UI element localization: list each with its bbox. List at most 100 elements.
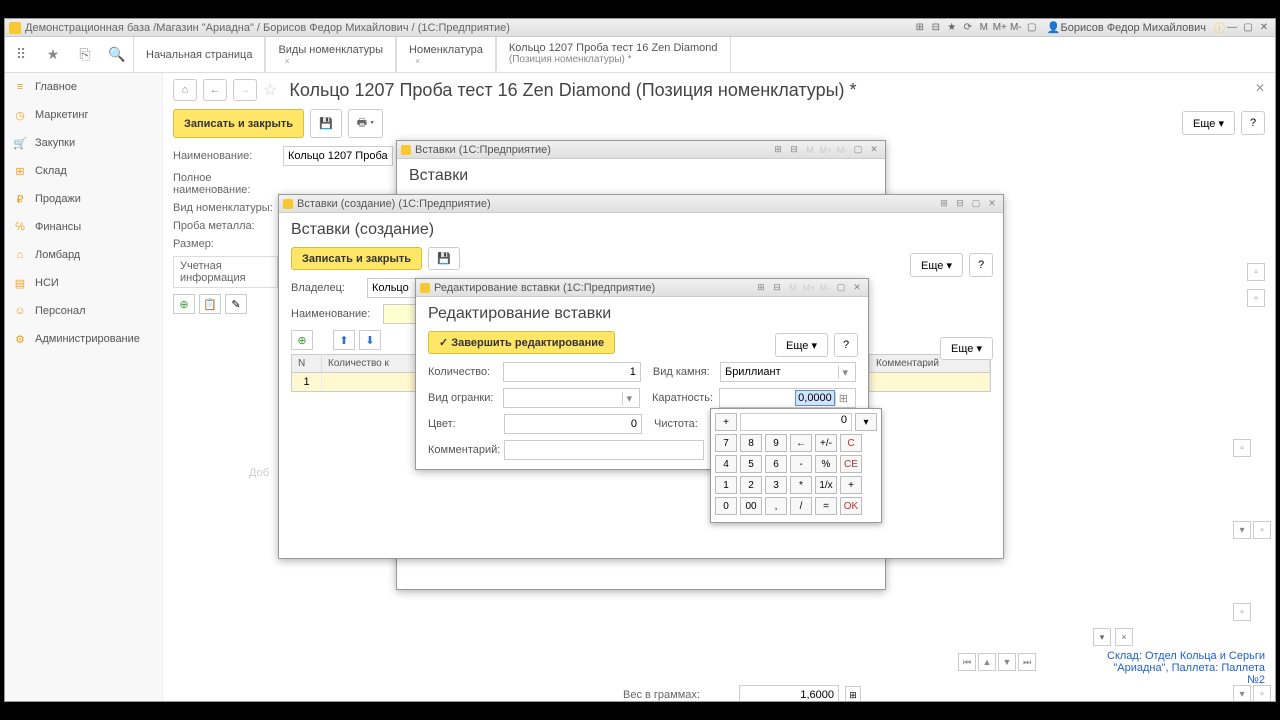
tab-types[interactable]: Виды номенклатуры× (265, 37, 396, 72)
m2-help[interactable]: ? (969, 253, 993, 277)
m2-save-close[interactable]: Записать и закрыть (291, 247, 422, 270)
calc-inv[interactable]: 1/x (815, 476, 837, 494)
calc-pct[interactable]: % (815, 455, 837, 473)
m2-close[interactable]: ✕ (985, 197, 999, 211)
m2-i1[interactable]: ⊞ (937, 197, 951, 211)
sidebar-item-nsi[interactable]: ▤НСИ (5, 269, 162, 297)
sidebar-item-personnel[interactable]: ☺Персонал (5, 297, 162, 325)
sidebar-item-marketing[interactable]: ◷Маркетинг (5, 101, 162, 129)
m1-i2[interactable]: ⊟ (787, 143, 801, 157)
maximize-icon[interactable]: ▢ (1241, 21, 1255, 35)
calc-9[interactable]: 9 (765, 434, 787, 452)
nav-down[interactable]: ▼ (998, 653, 1016, 671)
calc-div[interactable]: / (790, 497, 812, 515)
icon-2[interactable]: ⊟ (929, 21, 943, 35)
m3-i1[interactable]: ⊞ (754, 281, 768, 295)
open-4[interactable]: ▫ (1253, 521, 1271, 539)
search-icon[interactable]: 🔍 (101, 37, 133, 72)
back-button[interactable]: ← (203, 79, 227, 101)
tab-home[interactable]: Начальная страница (133, 37, 265, 72)
nav-last[interactable]: ⏭ (1018, 653, 1036, 671)
tab-item[interactable]: Кольцо 1207 Проба тест 16 Zen Diamond (П… (496, 37, 731, 72)
m2-save[interactable]: 💾 (428, 247, 460, 270)
help-button[interactable]: ? (1241, 111, 1265, 135)
calc-back[interactable]: ← (790, 434, 812, 452)
calc-plus[interactable]: + (840, 476, 862, 494)
m3-i3[interactable]: M (786, 281, 800, 295)
nav-up[interactable]: ▲ (978, 653, 996, 671)
m3-close[interactable]: ✕ (850, 281, 864, 295)
m3-more[interactable]: Еще ▾ (775, 333, 828, 357)
calc-0[interactable]: 0 (715, 497, 737, 515)
icon-5[interactable]: M (977, 21, 991, 35)
icon-6[interactable]: M+ (993, 21, 1007, 35)
calc-3[interactable]: 3 (765, 476, 787, 494)
close-page-icon[interactable]: ✕ (1255, 81, 1265, 95)
open-2[interactable]: ▫ (1247, 289, 1265, 307)
m2-owner-input[interactable] (367, 278, 417, 298)
icon-3[interactable]: ★ (945, 21, 959, 35)
calc-sign[interactable]: +/- (815, 434, 837, 452)
apps-icon[interactable]: ⠿ (5, 37, 37, 72)
m2-up-icon[interactable]: ⬆ (333, 330, 355, 350)
m3-i2[interactable]: ⊟ (770, 281, 784, 295)
weight-g-input[interactable] (739, 685, 839, 701)
m3-help[interactable]: ? (834, 333, 858, 357)
more-button[interactable]: Еще ▾ (1182, 111, 1235, 135)
m3-qty-input[interactable] (503, 362, 641, 382)
calc-8[interactable]: 8 (740, 434, 762, 452)
icon-1[interactable]: ⊞ (913, 21, 927, 35)
favorite-icon[interactable]: ☆ (263, 80, 277, 100)
chevron-down-icon[interactable]: ▾ (838, 366, 851, 379)
m3-carat-field[interactable]: 0,0000 ⊞ (719, 388, 856, 408)
m3-min[interactable]: ▢ (834, 281, 848, 295)
calc-2[interactable]: 2 (740, 476, 762, 494)
save-icon-button[interactable]: 💾 (310, 109, 342, 138)
sidebar-item-pawnshop[interactable]: ⌂Ломбард (5, 241, 162, 269)
m2-min[interactable]: ▢ (969, 197, 983, 211)
m1-min[interactable]: ▢ (851, 143, 865, 157)
open-3[interactable]: ▫ (1233, 439, 1251, 457)
m1-close[interactable]: ✕ (867, 143, 881, 157)
close-icon[interactable]: ✕ (1257, 21, 1271, 35)
dropdown-a[interactable]: ▾ (1233, 521, 1251, 539)
calc-open-icon[interactable]: ⊞ (835, 392, 851, 405)
copy-icon[interactable]: 📋 (199, 294, 221, 314)
sklad-link[interactable]: Склад: Отдел Кольца и Серьги "Ариадна", … (1093, 650, 1265, 686)
m2-i2[interactable]: ⊟ (953, 197, 967, 211)
home-button[interactable]: ⌂ (173, 79, 197, 101)
chevron-down-icon[interactable]: ▾ (622, 392, 635, 405)
icon-8[interactable]: ▢ (1025, 21, 1039, 35)
calc-7[interactable]: 7 (715, 434, 737, 452)
sidebar-item-sales[interactable]: ₽Продажи (5, 185, 162, 213)
minimize-icon[interactable]: — (1225, 21, 1239, 35)
sidebar-item-finance[interactable]: ℅Финансы (5, 213, 162, 241)
open-1[interactable]: ▫ (1247, 263, 1265, 281)
sidebar-item-warehouse[interactable]: ⊞Склад (5, 157, 162, 185)
calc-5[interactable]: 5 (740, 455, 762, 473)
m3-i4[interactable]: M+ (802, 281, 816, 295)
calc-eq[interactable]: = (815, 497, 837, 515)
calc-ok[interactable]: OK (840, 497, 862, 515)
add-icon[interactable]: ⊕ (173, 294, 195, 314)
calc-icon-1[interactable]: ⊞ (845, 686, 861, 701)
open-5[interactable]: ▫ (1233, 603, 1251, 621)
m3-color-input[interactable] (504, 414, 642, 434)
calc-ce[interactable]: CE (840, 455, 862, 473)
tab-nomenclature[interactable]: Номенклатура× (396, 37, 496, 72)
sidebar-item-admin[interactable]: ⚙Администрирование (5, 325, 162, 353)
nav-first[interactable]: ⏮ (958, 653, 976, 671)
m3-cut-select[interactable]: ▾ (503, 388, 640, 408)
m2-add-icon[interactable]: ⊕ (291, 330, 313, 350)
save-close-button[interactable]: Записать и закрыть (173, 109, 304, 138)
edit-icon[interactable]: ✎ (225, 294, 247, 314)
forward-button[interactable]: → (233, 79, 257, 101)
calc-mul[interactable]: * (790, 476, 812, 494)
calc-1[interactable]: 1 (715, 476, 737, 494)
m3-finish[interactable]: ✓ Завершить редактирование (428, 331, 615, 354)
m3-i5[interactable]: M- (818, 281, 832, 295)
m1-i1[interactable]: ⊞ (771, 143, 785, 157)
calc-4[interactable]: 4 (715, 455, 737, 473)
m2-down-icon[interactable]: ⬇ (359, 330, 381, 350)
calc-dropdown[interactable]: ▾ (855, 413, 877, 431)
